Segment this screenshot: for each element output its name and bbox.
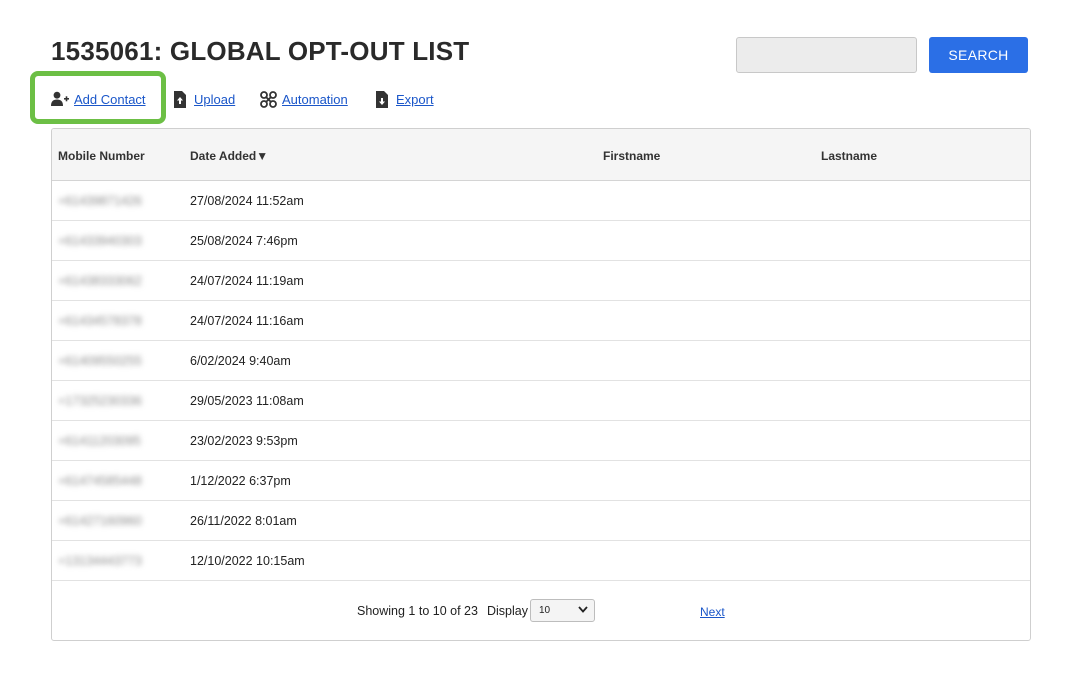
export-file-icon: [373, 90, 391, 108]
upload-file-icon: [171, 90, 189, 108]
mobile-number-cell: +61434578378: [58, 314, 142, 328]
opt-out-list-page: 1535061: GLOBAL OPT-OUT LIST SEARCH Add …: [0, 0, 1080, 676]
display-count-select[interactable]: 10: [530, 599, 595, 622]
table-row[interactable]: +61474585448 1/12/2022 6:37pm: [52, 461, 1030, 501]
mobile-number-cell: +61438333062: [58, 274, 142, 288]
mobile-number-cell: +61409550255: [58, 354, 142, 368]
table-row[interactable]: +61411203095 23/02/2023 9:53pm: [52, 421, 1030, 461]
date-added-cell: 24/07/2024 11:19am: [190, 274, 304, 288]
mobile-number-cell: +61433940303: [58, 234, 142, 248]
search-button[interactable]: SEARCH: [929, 37, 1028, 73]
date-added-cell: 24/07/2024 11:16am: [190, 314, 304, 328]
date-added-cell: 26/11/2022 8:01am: [190, 514, 297, 528]
date-added-cell: 1/12/2022 6:37pm: [190, 474, 291, 488]
table-row[interactable]: +61439871426 27/08/2024 11:52am: [52, 181, 1030, 221]
table-row[interactable]: +13134443773 12/10/2022 10:15am: [52, 541, 1030, 581]
add-contact-label: Add Contact: [74, 91, 146, 107]
pagination-footer: Showing 1 to 10 of 23 Display 10 Next: [52, 581, 1030, 640]
add-user-icon: [51, 90, 69, 108]
table-header: Mobile Number Date Added▼ Firstname Last…: [52, 129, 1030, 181]
automation-icon: [259, 90, 277, 108]
automation-label: Automation: [282, 91, 348, 107]
mobile-number-cell: +13134443773: [58, 554, 142, 568]
mobile-number-cell: +61427160960: [58, 514, 142, 528]
upload-label: Upload: [194, 91, 236, 107]
export-link[interactable]: Export: [373, 89, 434, 109]
mobile-number-cell: +61411203095: [58, 434, 141, 448]
date-added-cell: 12/10/2022 10:15am: [190, 554, 305, 568]
column-lastname[interactable]: Lastname: [821, 149, 877, 163]
mobile-number-cell: +17325230336: [58, 394, 142, 408]
add-contact-link[interactable]: Add Contact: [51, 89, 146, 109]
page-title: 1535061: GLOBAL OPT-OUT LIST: [51, 36, 470, 66]
table-row[interactable]: +61427160960 26/11/2022 8:01am: [52, 501, 1030, 541]
date-added-cell: 27/08/2024 11:52am: [190, 194, 304, 208]
chevron-down-icon: [578, 605, 588, 616]
export-label: Export: [396, 91, 434, 107]
date-added-cell: 25/08/2024 7:46pm: [190, 234, 298, 248]
display-label: Display: [487, 604, 528, 618]
upload-link[interactable]: Upload: [171, 89, 235, 109]
table-row[interactable]: +17325230336 29/05/2023 11:08am: [52, 381, 1030, 421]
search-input[interactable]: [736, 37, 917, 73]
mobile-number-cell: +61439871426: [58, 194, 142, 208]
next-page-link[interactable]: Next: [700, 605, 725, 619]
date-added-cell: 6/02/2024 9:40am: [190, 354, 291, 368]
date-added-cell: 23/02/2023 9:53pm: [190, 434, 298, 448]
contacts-table: Mobile Number Date Added▼ Firstname Last…: [51, 128, 1031, 641]
showing-count-text: Showing 1 to 10 of 23: [357, 604, 478, 618]
column-mobile-number[interactable]: Mobile Number: [58, 149, 145, 163]
table-row[interactable]: +61434578378 24/07/2024 11:16am: [52, 301, 1030, 341]
table-row[interactable]: +61438333062 24/07/2024 11:19am: [52, 261, 1030, 301]
table-row[interactable]: +61409550255 6/02/2024 9:40am: [52, 341, 1030, 381]
table-row[interactable]: +61433940303 25/08/2024 7:46pm: [52, 221, 1030, 261]
automation-link[interactable]: Automation: [259, 89, 348, 109]
column-date-added[interactable]: Date Added▼: [190, 149, 268, 163]
display-count-value: 10: [539, 605, 551, 616]
date-added-cell: 29/05/2023 11:08am: [190, 394, 304, 408]
mobile-number-cell: +61474585448: [58, 474, 142, 488]
column-firstname[interactable]: Firstname: [603, 149, 660, 163]
